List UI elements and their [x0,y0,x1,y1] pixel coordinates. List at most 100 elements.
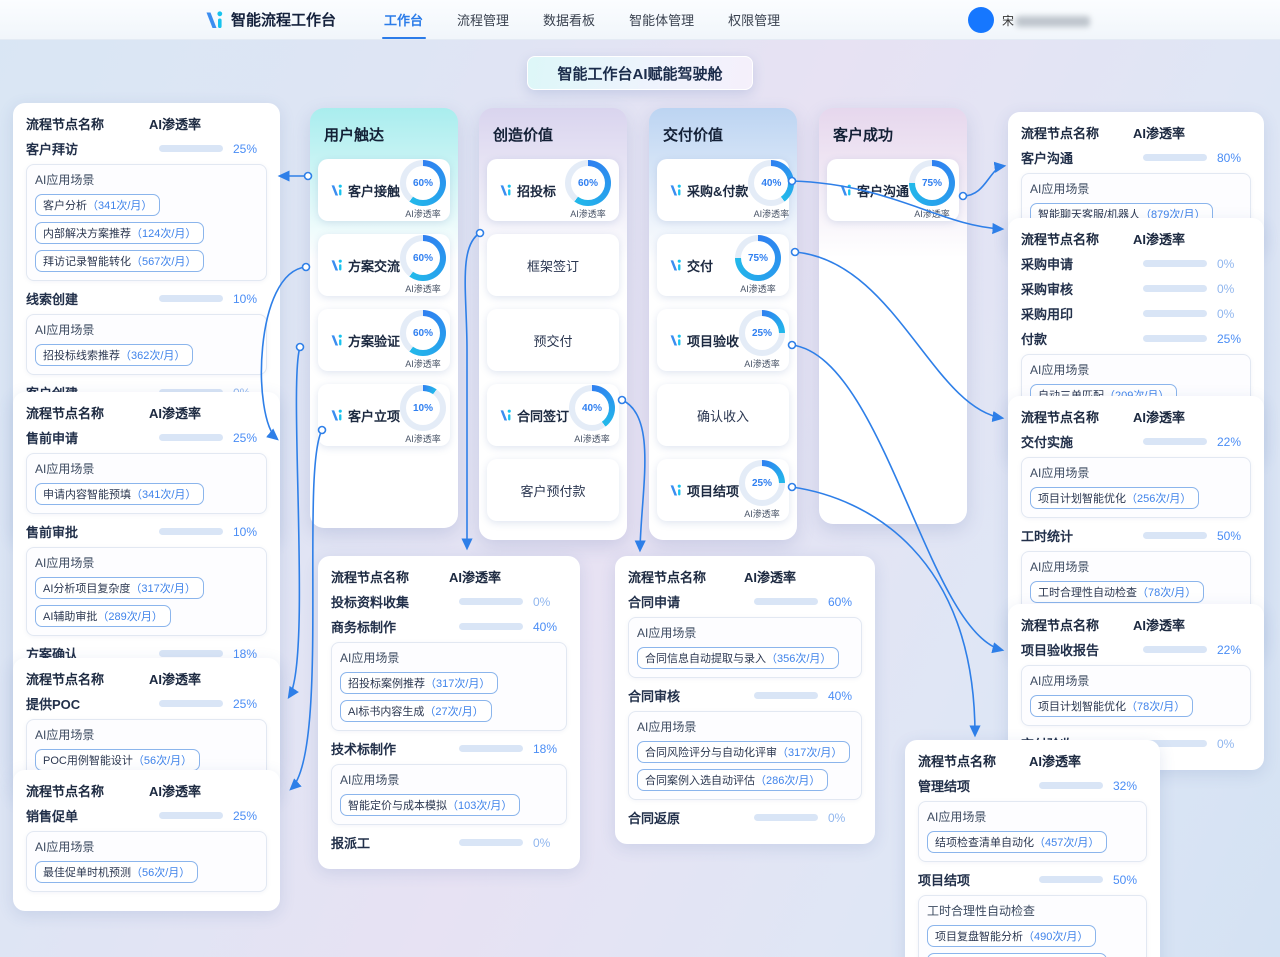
process-node-name: 采购审核 [1021,279,1143,298]
stage-card[interactable]: 预交付 [487,309,619,371]
user-avatar[interactable] [968,7,994,33]
nav-item-1[interactable]: 流程管理 [457,0,509,39]
stage-card-right: 60%AI渗透率 [565,160,611,220]
ai-scene-tag[interactable]: 申请内容智能预填（341次/月） [35,483,204,505]
ai-scene-tag[interactable]: 最佳促单时机预测（56次/月） [35,861,198,883]
node-column-header: 流程节点名称 [26,781,149,800]
ai-scene-tag[interactable]: 合同信息自动提取与录入（356次/月） [637,647,839,669]
ai-scene-tags: 申请内容智能预填（341次/月） [35,483,258,505]
stage-card[interactable]: 合同签订40%AI渗透率 [487,384,619,446]
ai-scene-tag[interactable]: 拜访记录智能转化（567次/月） [35,250,204,272]
stage-card[interactable]: 客户接触60%AI渗透率 [318,159,450,221]
stage-card-right: 40%AI渗透率 [569,385,615,445]
ai-scene-box: AI应用场景项目计划智能优化（256次/月） [1021,457,1251,518]
stage-card[interactable]: 客户预付款 [487,459,619,521]
progress-bar [159,434,223,441]
ai-scene-tag[interactable]: 合同风险评分与自动化评审（317次/月） [637,741,850,763]
stage-card[interactable]: 交付 75%AI渗透率 [657,234,789,296]
stage-card[interactable]: 框架签订 [487,234,619,296]
donut-chart: 75% [735,235,781,281]
stage-card-left: 客户沟通 [835,181,909,200]
stage-card[interactable]: 客户立项10%AI渗透率 [318,384,450,446]
node-column-header: 流程节点名称 [1021,615,1133,634]
process-node-name: 采购用印 [1021,304,1143,323]
ai-scene-tag[interactable]: 合同案例入选自动评估（286次/月） [637,769,828,791]
ai-scene-tag-count: （56次/月） [133,755,192,767]
nav-item-0[interactable]: 工作台 [384,0,423,39]
ai-scene-tag-count: （78次/月） [1137,587,1196,599]
donut-value: 75% [748,253,768,264]
process-node-name: 售前申请 [26,428,159,447]
progress-bar [754,598,818,605]
process-row: 管理结项32% [918,776,1147,795]
ai-scene-tag[interactable]: AI辅助审批（289次/月） [35,605,171,627]
stage-name: 客户立项 [348,406,400,425]
progress-bar [459,598,523,605]
process-row: 售前审批10% [26,522,267,541]
stage-card[interactable]: 方案验证60%AI渗透率 [318,309,450,371]
stage-name: 方案交流 [348,256,400,275]
ai-scene-tag[interactable]: 客户分析（341次/月） [35,194,160,216]
stage-name: 合同签订 [517,406,569,425]
stage-card[interactable]: 确认收入 [657,384,789,446]
ai-scene-tags: 最佳促单时机预测（56次/月） [35,861,258,883]
stage-card-right: 60%AI渗透率 [400,160,446,220]
process-node-name: 合同返原 [628,808,754,827]
stage-card[interactable]: 采购&付款40%AI渗透率 [657,159,789,221]
ai-scene-title: AI应用场景 [35,838,258,855]
ai-scene-tag[interactable]: 内部解决方案推荐（124次/月） [35,222,204,244]
ai-scene-tag[interactable]: 知识自动提炼与归档（490次/月） [927,953,1107,957]
user-menu[interactable]: 宋 [968,0,1090,40]
stage-card-left: 项目结项 [665,481,739,500]
stage-card[interactable]: 方案交流60%AI渗透率 [318,234,450,296]
stage-card[interactable]: 项目结项25%AI渗透率 [657,459,789,521]
ai-scene-tag[interactable]: AI分析项目复杂度（317次/月） [35,577,204,599]
process-node-name: 采购申请 [1021,254,1143,273]
nav-item-2[interactable]: 数据看板 [543,0,595,39]
process-node-name: 客户拜访 [26,139,159,158]
donut-value: 75% [922,178,942,189]
ai-scene-tag-count: （341次/月） [87,200,152,212]
ai-scene-tag[interactable]: AI标书内容生成（27次/月） [340,700,492,722]
stage-column: 交付价值采购&付款40%AI渗透率交付75%AI渗透率项目验收25%AI渗透率确… [649,108,797,540]
stage-card-right: 25%AI渗透率 [739,460,785,520]
progress-percent: 40% [828,689,862,703]
ai-scene-tag[interactable]: 招投标案例推荐（317次/月） [340,672,498,694]
stage-card[interactable]: 客户沟通75%AI渗透率 [827,159,959,221]
ai-scene-tag-label: 项目计划智能优化 [1038,701,1126,713]
stage-card[interactable]: 项目验收25%AI渗透率 [657,309,789,371]
ai-scene-tag[interactable]: 项目计划智能优化（256次/月） [1030,487,1199,509]
ai-scene-tag-count: （317次/月） [777,747,842,759]
stage-card-right: 40%AI渗透率 [748,160,794,220]
ai-scene-tag[interactable]: 结项检查清单自动化（457次/月） [927,831,1107,853]
stage-card-left: 交付 [665,256,713,275]
ai-scene-tag[interactable]: 智能定价与成本模拟（103次/月） [340,794,520,816]
ai-scene-tag[interactable]: 项目计划智能优化（78次/月） [1030,695,1193,717]
progress-bar [1143,154,1207,161]
app-logo-icon [198,9,224,31]
ai-scene-tag[interactable]: 项目复盘智能分析（490次/月） [927,925,1096,947]
stage-name: 采购&付款 [687,181,748,200]
node-column-header: 流程节点名称 [1021,229,1133,248]
donut-chart: 10% [400,385,446,431]
ai-scene-tag-label: 合同案例入选自动评估 [645,775,755,787]
process-row: 合同返原0% [628,808,862,827]
donut-caption: AI渗透率 [405,357,441,370]
progress-bar [1143,438,1207,445]
ai-scene-tag-label: POC用例智能设计 [43,755,133,767]
ai-scene-tag[interactable]: 招投标线索推荐（362次/月） [35,344,193,366]
node-column-header: 流程节点名称 [1021,123,1133,142]
nav-item-4[interactable]: 权限管理 [728,0,780,39]
ai-scene-tag-label: 拜访记录智能转化 [43,256,131,268]
ai-scene-tag-label: 客户分析 [43,200,87,212]
ai-scene-tag-count: （356次/月） [766,653,831,665]
ai-scene-tag[interactable]: POC用例智能设计（56次/月） [35,749,200,771]
nav-item-3[interactable]: 智能体管理 [629,0,694,39]
node-column-header: 流程节点名称 [1021,407,1133,426]
connector-dot [303,264,310,271]
process-row: 工时统计50% [1021,526,1251,545]
stage-card-left: 采购&付款 [665,181,748,200]
stage-card[interactable]: 招投标60%AI渗透率 [487,159,619,221]
stage-card-right: 75%AI渗透率 [735,235,781,295]
ai-scene-tag[interactable]: 工时合理性自动检查（78次/月） [1030,581,1204,603]
